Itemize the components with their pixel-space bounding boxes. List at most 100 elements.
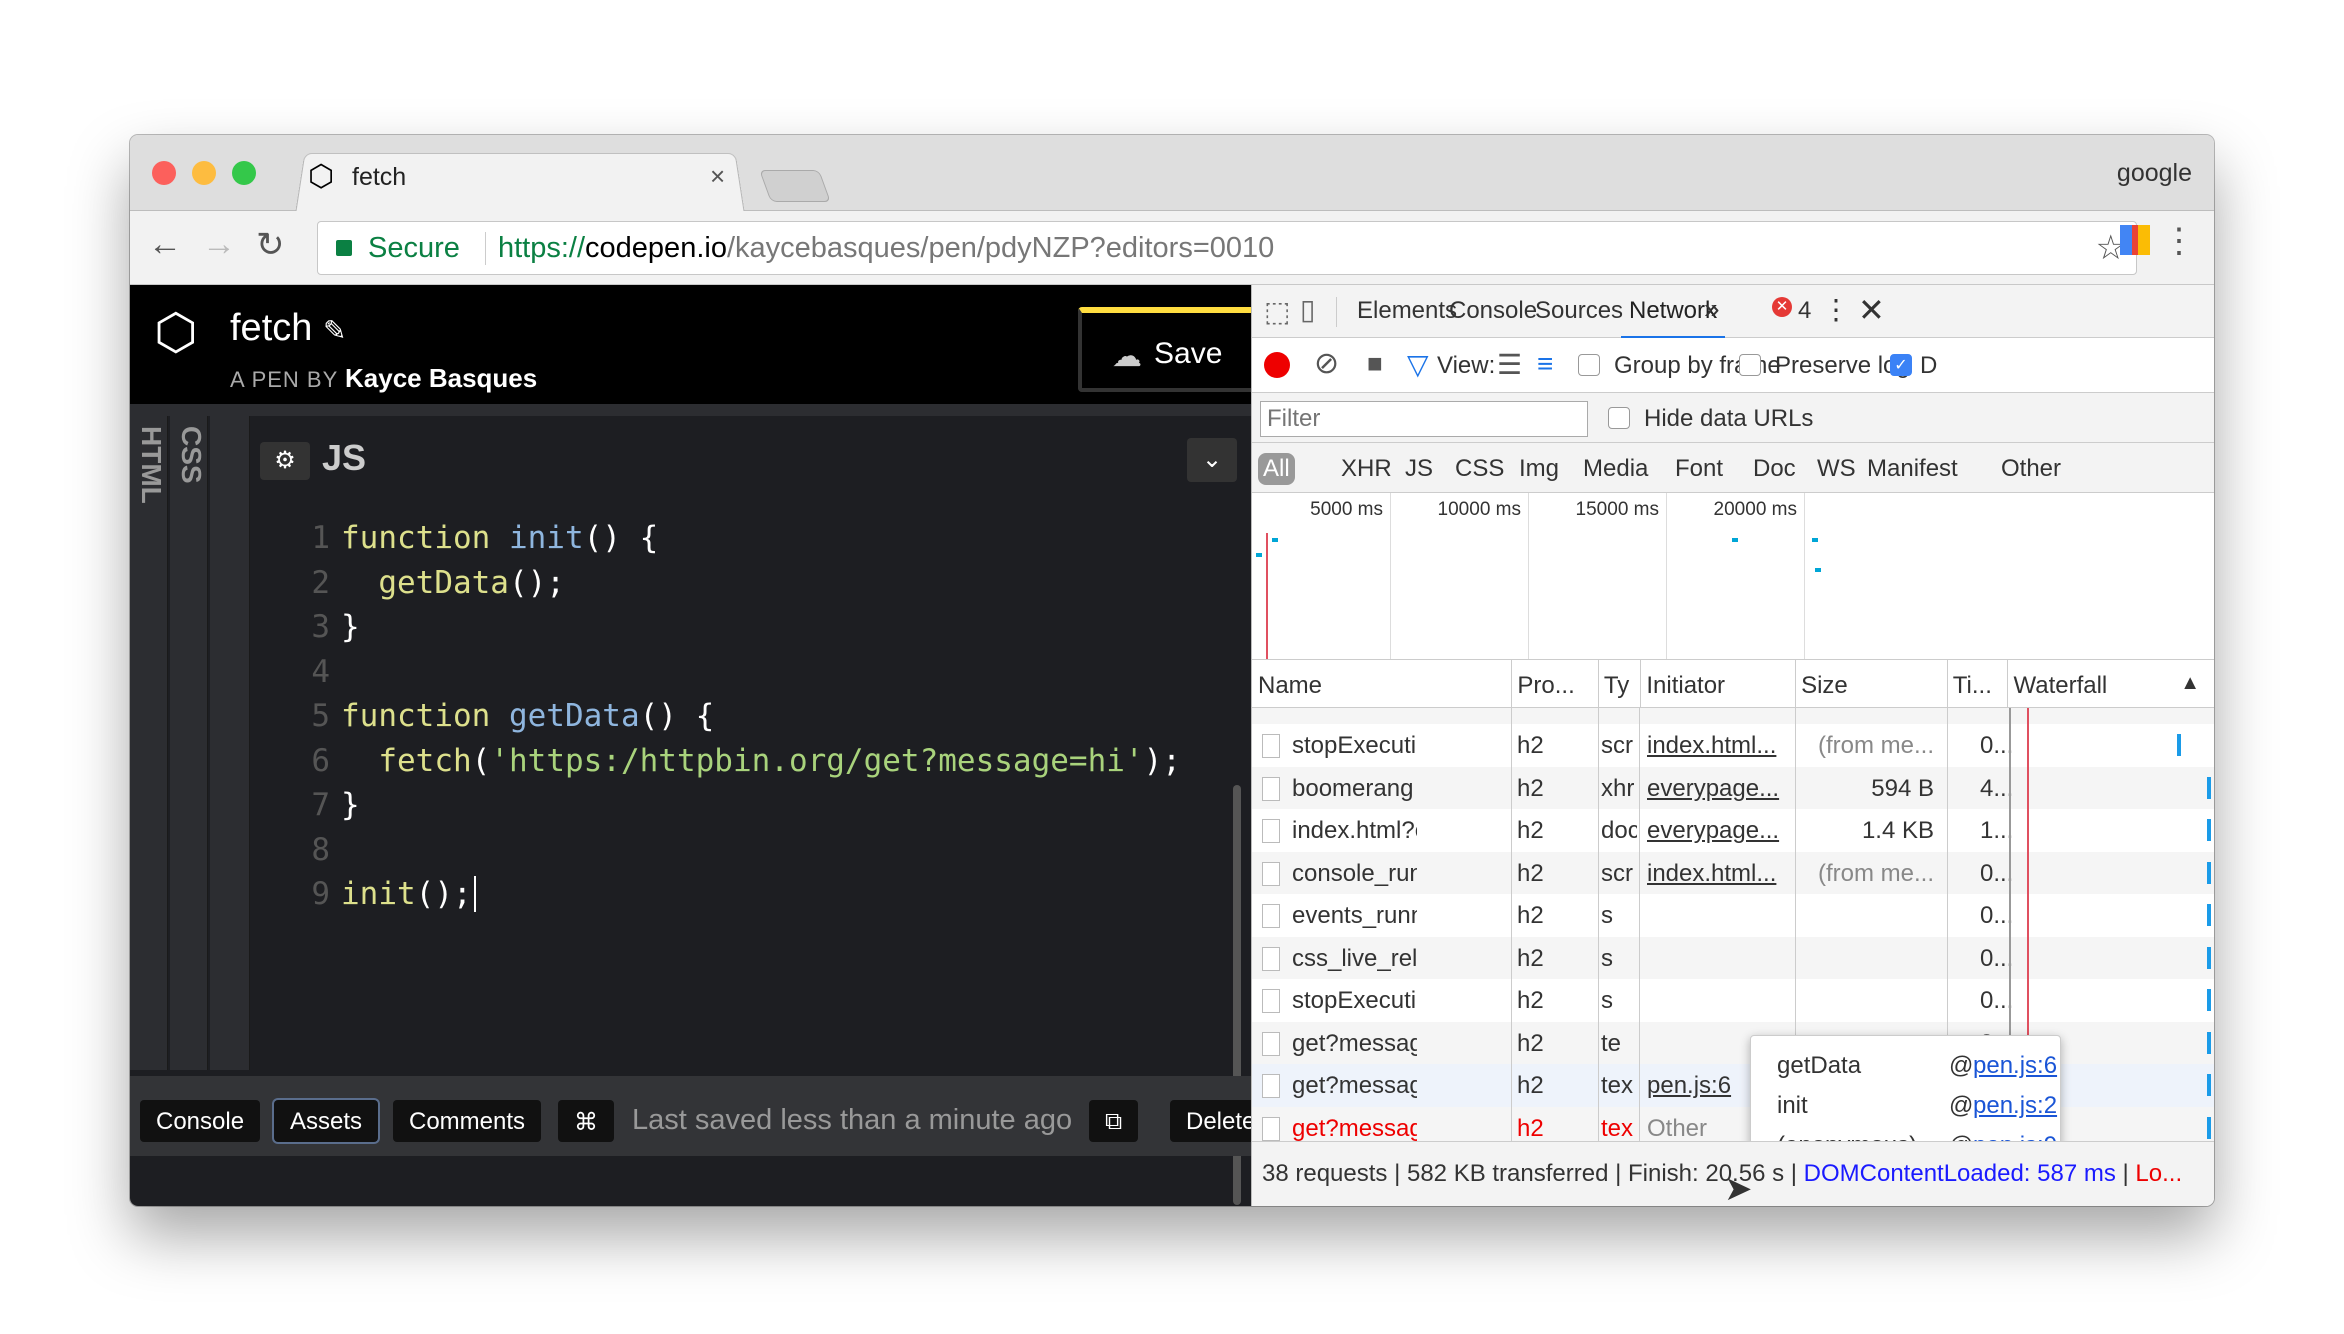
author-link[interactable]: Kayce Basques: [345, 363, 537, 393]
type-filter-media[interactable]: Media: [1578, 453, 1653, 485]
request-row[interactable]: boomerang h2 xhr everypage... 594 B 4...: [1252, 766, 2214, 809]
record-button[interactable]: [1264, 352, 1290, 378]
tab-console[interactable]: Console: [1449, 297, 1537, 325]
code-line[interactable]: fetch('https:/httpbin.org/get?message=hi…: [341, 743, 1181, 788]
disable-cache-checkbox[interactable]: ✓: [1890, 354, 1912, 376]
type-filter-js[interactable]: JS: [1400, 453, 1438, 485]
filter-funnel-icon[interactable]: ▽: [1407, 348, 1429, 381]
pen-title[interactable]: fetch ✎: [230, 307, 346, 350]
code-line[interactable]: function getData() {: [341, 698, 714, 743]
type-filter-manifest[interactable]: Manifest: [1862, 453, 1963, 485]
sort-ascending-icon[interactable]: ▲: [2180, 672, 2200, 695]
comments-button[interactable]: Comments: [393, 1100, 542, 1142]
devtools-menu-icon[interactable]: ⋮: [1822, 293, 1850, 326]
request-row[interactable]: get?message=hih2texpen.js:6349 B3...: [1252, 1064, 2214, 1107]
request-initiator[interactable]: index.html...: [1647, 860, 1797, 888]
request-initiator[interactable]: everypage...: [1647, 775, 1797, 803]
save-button[interactable]: ☁ Save: [1078, 307, 1258, 392]
code-line[interactable]: getData();: [341, 565, 565, 610]
extension-icon[interactable]: [2120, 225, 2150, 255]
hide-data-urls-checkbox[interactable]: [1608, 407, 1630, 429]
request-initiator[interactable]: everypage...: [1647, 817, 1797, 845]
stack-location-link[interactable]: pen.js:6: [1973, 1052, 2057, 1080]
column-header-size[interactable]: Size: [1801, 672, 1848, 700]
new-tab-button[interactable]: [759, 170, 831, 202]
filter-input[interactable]: [1260, 401, 1588, 437]
close-window-button[interactable]: [152, 161, 176, 185]
column-divider[interactable]: [1946, 660, 1948, 708]
assets-button[interactable]: Assets: [274, 1100, 379, 1142]
profile-name[interactable]: google: [2117, 159, 2192, 188]
address-bar[interactable]: Secure https://codepen.io/kaycebasques/p…: [317, 221, 2137, 275]
tab-sources[interactable]: Sources: [1535, 297, 1623, 325]
error-count[interactable]: 4: [1798, 297, 1811, 325]
code-line[interactable]: function init() {: [341, 520, 658, 565]
waterfall-bar: [2207, 776, 2211, 799]
code-line[interactable]: init();: [341, 876, 476, 921]
chevron-down-icon[interactable]: ⌄: [1187, 438, 1237, 482]
column-divider[interactable]: [1640, 660, 1642, 708]
column-divider[interactable]: [1511, 660, 1513, 708]
request-proto: h2: [1517, 902, 1544, 929]
request-row[interactable]: events_runner-7...h2s0...: [1252, 894, 2214, 937]
type-filter-xhr[interactable]: XHR: [1336, 453, 1397, 485]
reload-icon[interactable]: ↻: [256, 225, 285, 265]
type-filter-css[interactable]: CSS: [1450, 453, 1509, 485]
column-header-pro[interactable]: Pro...: [1517, 672, 1574, 700]
group-by-frame-checkbox[interactable]: [1578, 354, 1600, 376]
large-rows-icon[interactable]: ☰: [1497, 348, 1522, 381]
column-divider[interactable]: [1795, 660, 1797, 708]
code-line[interactable]: }: [341, 609, 360, 654]
settings-gear-icon[interactable]: ⚙: [260, 442, 310, 480]
type-filter-font[interactable]: Font: [1670, 453, 1728, 485]
type-filter-img[interactable]: Img: [1514, 453, 1564, 485]
column-divider[interactable]: [1597, 660, 1599, 708]
inspect-element-icon[interactable]: ⬚: [1264, 295, 1290, 328]
code-area[interactable]: 1 function init() {2 getData(); 3} 4 5 functi…: [250, 498, 1251, 1070]
column-header-ty[interactable]: Ty: [1604, 672, 1629, 700]
keyboard-shortcuts-icon[interactable]: ⌘: [558, 1100, 614, 1142]
stack-location-link[interactable]: pen.js:2: [1973, 1092, 2057, 1120]
request-row[interactable]: css_live_reload_...h2s0...: [1252, 936, 2214, 979]
column-divider[interactable]: [2007, 660, 2009, 708]
tab-elements[interactable]: Elements: [1357, 297, 1457, 325]
request-row[interactable]: get?message=hih2texOther419 B4...: [1252, 1106, 2214, 1141]
preserve-log-checkbox[interactable]: [1739, 354, 1761, 376]
zoom-window-button[interactable]: [232, 161, 256, 185]
type-filter-other[interactable]: Other: [1996, 453, 2066, 485]
code-line[interactable]: }: [341, 787, 360, 832]
request-row[interactable]: stopExecutionO...h2s0...: [1252, 979, 2214, 1022]
forward-icon[interactable]: →: [202, 225, 236, 264]
external-open-icon[interactable]: ⧉: [1089, 1100, 1139, 1142]
column-header-ti[interactable]: Ti...: [1953, 672, 1992, 700]
tab-close-icon[interactable]: ×: [710, 161, 725, 192]
type-filter-doc[interactable]: Doc: [1748, 453, 1801, 485]
request-row[interactable]: stopExecutionO... h2 scr index.html... (from…: [1252, 724, 2214, 767]
back-icon[interactable]: ←: [148, 225, 182, 264]
html-editor-tab[interactable]: HTML: [130, 416, 168, 1070]
css-editor-tab[interactable]: CSS: [170, 416, 208, 1070]
column-header-waterfall[interactable]: Waterfall: [2013, 672, 2107, 700]
more-menu-icon[interactable]: ⋮: [2162, 221, 2196, 261]
type-filter-all[interactable]: All: [1258, 453, 1295, 485]
screenshot-camera-icon[interactable]: ■: [1367, 348, 1383, 379]
column-header-name[interactable]: Name: [1258, 672, 1322, 700]
edit-pencil-icon[interactable]: ✎: [323, 315, 346, 346]
console-button[interactable]: Console: [140, 1100, 261, 1142]
request-initiator[interactable]: index.html...: [1647, 732, 1797, 760]
more-tabs-icon[interactable]: »: [1704, 293, 1720, 325]
clear-icon[interactable]: ⊘: [1314, 346, 1339, 381]
type-filter-ws[interactable]: WS: [1812, 453, 1861, 485]
overview-waterfall-icon[interactable]: ≡: [1537, 348, 1553, 380]
request-row[interactable]: get?message=hih2te3...: [1252, 1021, 2214, 1064]
error-icon[interactable]: ✕: [1772, 297, 1792, 317]
minimize-window-button[interactable]: [192, 161, 216, 185]
codepen-logo-icon: ⬡: [154, 304, 198, 360]
close-devtools-icon[interactable]: ✕: [1858, 291, 1885, 329]
device-toolbar-icon[interactable]: ▯: [1300, 293, 1315, 326]
url-text[interactable]: https://codepen.io/kaycebasques/pen/pdyN…: [485, 232, 1274, 265]
column-header-initiator[interactable]: Initiator: [1646, 672, 1725, 700]
editor-divider[interactable]: [210, 416, 250, 1070]
request-row[interactable]: index.html?edit... h2 doc everypage... 1.4 K…: [1252, 809, 2214, 852]
request-row[interactable]: console_runner-... h2 scr index.html... (fro…: [1252, 851, 2214, 894]
